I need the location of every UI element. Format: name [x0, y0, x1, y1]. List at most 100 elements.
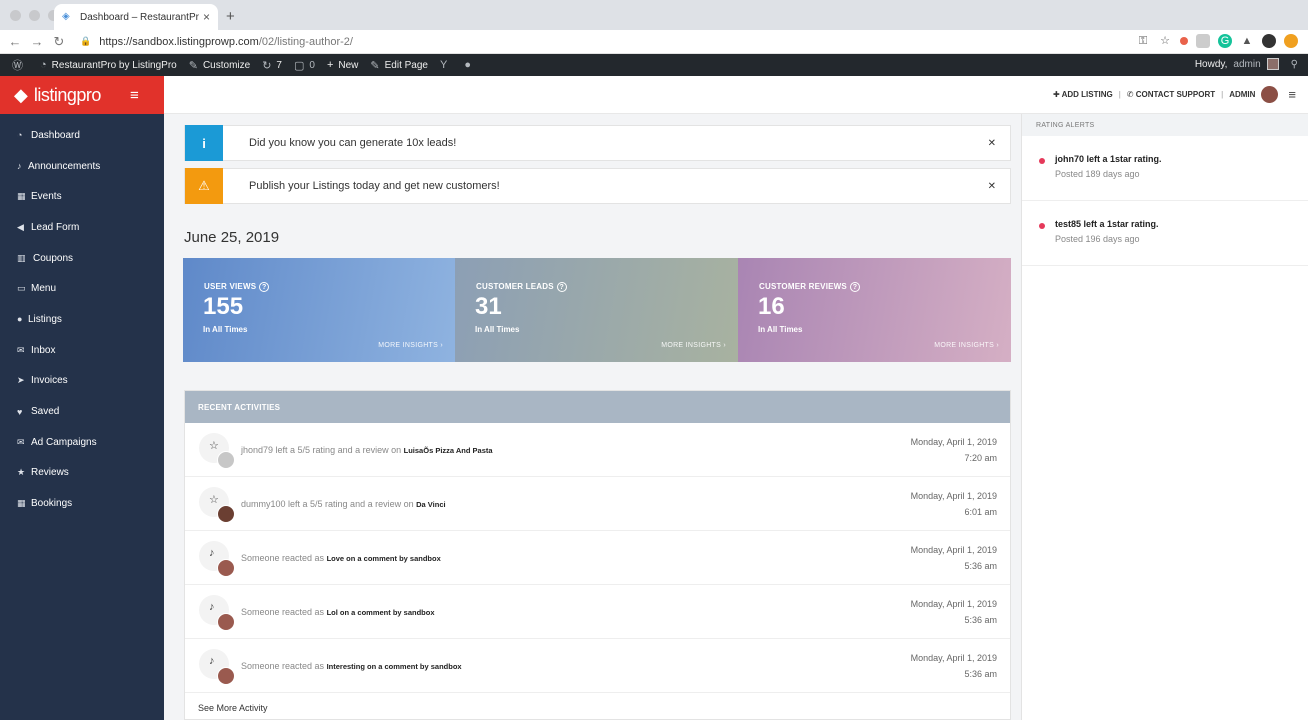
grammarly-icon[interactable]: G	[1218, 34, 1232, 48]
sidebar-item-menu[interactable]: ▭ Menu	[0, 273, 164, 304]
extensions: ⚿ ☆ G ▲	[1136, 34, 1298, 48]
megaphone-icon: ◀	[17, 221, 24, 232]
contact-support-link[interactable]: ✆ CONTACT SUPPORT	[1127, 90, 1215, 99]
activity-target-link[interactable]: LuisaÕs Pizza And Pasta	[404, 446, 493, 455]
dashboard-icon: ◔	[17, 130, 23, 141]
admin-label[interactable]: ADMIN	[1229, 90, 1255, 99]
sidebar-item-listings[interactable]: ● Listings	[0, 304, 164, 335]
browser-tab-bar: ◈ Dashboard – RestaurantPro by × +	[0, 0, 1308, 30]
sidebar-item-bookings[interactable]: ▦ Bookings	[0, 488, 164, 519]
sidebar-item-invoices[interactable]: ➤ Invoices	[0, 366, 164, 397]
sidebar-item-label: Inbox	[31, 344, 56, 356]
calendar-icon: ▦	[17, 191, 26, 202]
search-icon[interactable]: ⚲	[1291, 59, 1298, 70]
alert-dot-icon	[1039, 223, 1045, 229]
reload-icon[interactable]: ↻	[48, 34, 70, 50]
add-listing-link[interactable]: ✚ ADD LISTING	[1053, 90, 1113, 99]
stat-label: CUSTOMER LEADS?	[476, 282, 567, 292]
plus-icon: ✚	[1052, 90, 1062, 99]
sidebar-item-label: Listings	[28, 313, 62, 325]
help-icon[interactable]: ?	[556, 282, 567, 292]
panel-title: RATING ALERTS	[1022, 114, 1308, 136]
image-extension-icon[interactable]	[1196, 34, 1210, 48]
stat-label-text: USER VIEWS	[204, 282, 257, 291]
sidebar-item-lead-form[interactable]: ◀ Lead Form	[0, 212, 164, 243]
sidebar-item-coupons[interactable]: ▥ Coupons	[0, 243, 164, 274]
hamburger-menu-icon[interactable]: ≡	[130, 87, 139, 104]
sidebar-item-label: Events	[31, 191, 62, 203]
activity-target-link[interactable]: Interesting on a comment by sandbox	[327, 662, 462, 671]
see-more-activity-link[interactable]: See More Activity	[185, 693, 1010, 720]
activity-prefix: Someone reacted as	[241, 553, 325, 563]
sidebar: ◆ listingpro ≡ ◔ Dashboard ♪ Announcements…	[0, 76, 164, 720]
divider: |	[1221, 90, 1224, 99]
edit-page-link[interactable]: ✎ Edit Page	[370, 59, 428, 72]
close-window-button[interactable]	[10, 10, 21, 21]
chevron-right-icon: ›	[723, 342, 726, 349]
sidebar-item-inbox[interactable]: ✉ Inbox	[0, 335, 164, 366]
key-icon[interactable]: ⚿	[1136, 34, 1150, 48]
close-icon[interactable]: ✕	[988, 138, 996, 149]
tab-title: Dashboard – RestaurantPro by	[80, 11, 199, 23]
updates-link[interactable]: ↻ 7	[262, 59, 282, 72]
drive-icon[interactable]: ▲	[1240, 34, 1254, 48]
activity-target-link[interactable]: Lol on a comment by sandbox	[327, 608, 435, 617]
close-icon[interactable]: ✕	[988, 181, 996, 192]
extension-icon[interactable]	[1180, 37, 1188, 45]
sidebar-item-dashboard[interactable]: ◔ Dashboard	[0, 120, 164, 151]
wp-admin-bar: Ⓦ ◔ RestaurantPro by ListingPro ✎ Customiz…	[0, 54, 1308, 76]
sidebar-item-saved[interactable]: ♥ Saved	[0, 396, 164, 427]
browser-tab[interactable]: ◈ Dashboard – RestaurantPro by ×	[54, 4, 218, 30]
alert-title: john70 left a 1star rating.	[1055, 154, 1162, 164]
back-icon[interactable]: ←	[4, 34, 26, 49]
comments-link[interactable]: ▢ 0	[294, 59, 315, 72]
profile-avatar-icon[interactable]	[1262, 34, 1276, 48]
close-icon[interactable]: ×	[203, 10, 210, 24]
star-outline-icon: ☆	[209, 440, 219, 452]
sidebar-item-reviews[interactable]: ★ Reviews	[0, 458, 164, 489]
activity-row: ☆ jhond79 left a 5/5 rating and a review…	[185, 423, 1010, 477]
calendar-check-icon: ▦	[17, 498, 26, 509]
sidebar-item-events[interactable]: ▦ Events	[0, 181, 164, 212]
url-field[interactable]: 🔒 https://sandbox.listingprowp.com/02/li…	[80, 36, 353, 48]
activity-target-link[interactable]: Love on a comment by sandbox	[327, 554, 441, 563]
add-listing-label: ADD LISTING	[1061, 90, 1113, 99]
activity-target-link[interactable]: Da Vinci	[416, 500, 445, 509]
sidebar-item-announcements[interactable]: ♪ Announcements	[0, 151, 164, 182]
sidebar-item-label: Saved	[31, 406, 60, 418]
rating-alert-item[interactable]: test85 left a 1star rating. Posted 196 d…	[1022, 201, 1308, 266]
more-insights-link[interactable]: MORE INSIGHTS ›	[934, 342, 999, 349]
rating-alert-item[interactable]: john70 left a 1star rating. Posted 189 d…	[1022, 136, 1308, 201]
site-name-link[interactable]: ◔ RestaurantPro by ListingPro	[40, 59, 177, 71]
more-insights-link[interactable]: MORE INSIGHTS ›	[378, 342, 443, 349]
forward-icon[interactable]: →	[26, 34, 48, 49]
brush-icon: ✎	[188, 59, 198, 72]
minimize-window-button[interactable]	[29, 10, 40, 21]
envelope-icon: ✉	[17, 344, 25, 355]
notice-leads: i Did you know you can generate 10x lead…	[184, 125, 1011, 161]
brand-logo[interactable]: ◆ listingpro ≡	[0, 76, 164, 114]
menu-icon[interactable]: ≡	[1288, 87, 1296, 102]
activity-prefix: jhond79 left a 5/5 rating and a review o…	[241, 445, 402, 455]
help-icon[interactable]: ?	[849, 282, 860, 292]
activity-text: Someone reacted as Love on a comment by …	[241, 553, 441, 563]
sidebar-item-ad-campaigns[interactable]: ✉ Ad Campaigns	[0, 427, 164, 458]
new-tab-button[interactable]: +	[226, 8, 235, 25]
window-controls	[10, 10, 59, 21]
more-insights-link[interactable]: MORE INSIGHTS ›	[661, 342, 726, 349]
stat-customer-leads: CUSTOMER LEADS? 31 In All Times MORE INS…	[455, 258, 738, 362]
alert-title: test85 left a 1star rating.	[1055, 219, 1159, 229]
activity-time: 5:36 am	[964, 669, 997, 679]
avatar[interactable]	[1261, 86, 1279, 103]
customize-link[interactable]: ✎ Customize	[189, 59, 250, 72]
bookmark-star-icon[interactable]: ☆	[1158, 34, 1172, 48]
notification-extension-icon[interactable]	[1284, 34, 1298, 48]
activity-prefix: Someone reacted as	[241, 607, 325, 617]
yoast-icon[interactable]: Y	[440, 59, 452, 71]
layers-icon: ◈	[62, 11, 70, 22]
wordpress-logo-icon[interactable]: Ⓦ	[12, 57, 28, 73]
new-content-link[interactable]: + New	[327, 59, 358, 71]
help-icon[interactable]: ?	[259, 282, 270, 292]
activity-badge: ♪	[199, 595, 235, 631]
wp-account[interactable]: Howdy, admin ⚲	[1195, 58, 1298, 70]
